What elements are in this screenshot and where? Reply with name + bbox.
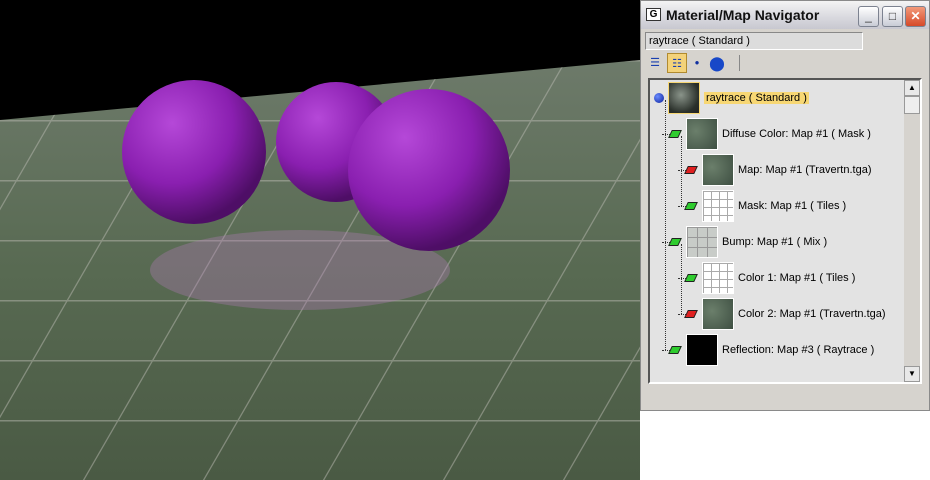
toolbar-separator (739, 55, 740, 71)
map-thumbnail (702, 262, 734, 294)
small-sphere-icon[interactable]: ● (687, 53, 707, 73)
tree-node-label: Bump: Map #1 ( Mix ) (722, 236, 828, 248)
close-button[interactable]: ✕ (905, 6, 926, 27)
map-thumbnail (668, 82, 700, 114)
tree-node[interactable]: Color 1: Map #1 ( Tiles ) (678, 261, 856, 295)
minimize-button[interactable]: _ (858, 6, 879, 27)
view-list-icons-icon[interactable]: ☷ (667, 53, 687, 73)
material-name-field[interactable]: raytrace ( Standard ) (645, 32, 863, 50)
bitmap-map-icon (684, 166, 698, 174)
tree-node[interactable]: Bump: Map #1 ( Mix ) (662, 225, 828, 259)
tree-node[interactable]: Map: Map #1 (Travertn.tga) (678, 153, 872, 187)
map-icon (684, 274, 698, 282)
rendered-viewport (0, 0, 640, 480)
app-icon: G (646, 8, 661, 21)
tree-node[interactable]: raytrace ( Standard ) (654, 81, 809, 115)
tree-node-label: Color 2: Map #1 (Travertn.tga) (738, 308, 886, 320)
tree-line (665, 100, 666, 350)
view-list-icon[interactable]: ☰ (645, 53, 665, 73)
scroll-down-button[interactable]: ▼ (904, 366, 920, 382)
map-thumbnail (686, 226, 718, 258)
scroll-up-button[interactable]: ▲ (904, 80, 920, 96)
map-icon (668, 238, 682, 246)
material-tree[interactable]: raytrace ( Standard ) Diffuse Color: Map … (648, 78, 922, 384)
map-icon (668, 346, 682, 354)
tree-node-label: Map: Map #1 (Travertn.tga) (738, 164, 872, 176)
tree-node-label: Color 1: Map #1 ( Tiles ) (738, 272, 856, 284)
tree-node[interactable]: Reflection: Map #3 ( Raytrace ) (662, 333, 875, 367)
tree-node[interactable]: Color 2: Map #1 (Travertn.tga) (678, 297, 886, 331)
map-thumbnail (686, 334, 718, 366)
map-thumbnail (686, 118, 718, 150)
map-thumbnail (702, 154, 734, 186)
material-map-navigator-window: G Material/Map Navigator _ □ ✕ raytrace … (640, 0, 930, 411)
material-sphere-icon (654, 93, 664, 103)
map-thumbnail (702, 298, 734, 330)
scroll-thumb[interactable] (904, 96, 920, 114)
tree-node-label: Mask: Map #1 ( Tiles ) (738, 200, 847, 212)
bitmap-map-icon (684, 310, 698, 318)
map-thumbnail (702, 190, 734, 222)
large-sphere-icon[interactable]: ⬤ (707, 53, 727, 73)
vertical-scrollbar[interactable]: ▲ ▼ (904, 80, 920, 382)
tree-node-label: Diffuse Color: Map #1 ( Mask ) (722, 128, 871, 140)
tree-node[interactable]: Diffuse Color: Map #1 ( Mask ) (662, 117, 871, 151)
sphere (122, 80, 266, 224)
tree-node[interactable]: Mask: Map #1 ( Tiles ) (678, 189, 847, 223)
tree-node-label: raytrace ( Standard ) (704, 92, 809, 104)
title-bar[interactable]: G Material/Map Navigator _ □ ✕ (641, 1, 929, 29)
map-icon (684, 202, 698, 210)
maximize-button[interactable]: □ (882, 6, 903, 27)
map-icon (668, 130, 682, 138)
sphere (348, 89, 510, 251)
window-title: Material/Map Navigator (666, 7, 820, 23)
tree-node-label: Reflection: Map #3 ( Raytrace ) (722, 344, 875, 356)
